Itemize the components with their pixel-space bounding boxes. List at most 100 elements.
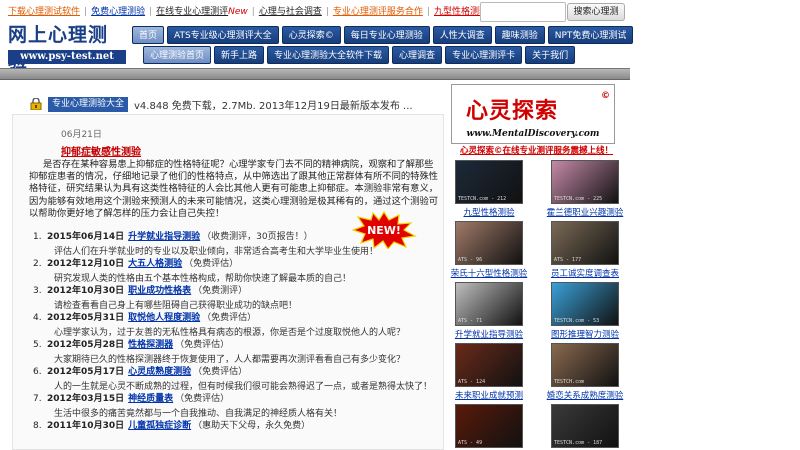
list-item-title-link[interactable]: 职业成功性格表 — [128, 286, 191, 296]
test-thumbnail-caption[interactable]: 升学就业指导测验 — [448, 328, 530, 340]
list-item-description: 心理学家认为，过于友善的无私性格具有病态的根源，你是否是个过度取悦他人的人呢？ — [54, 328, 406, 338]
list-item-title-link[interactable]: 大五人格测验 — [128, 259, 182, 269]
test-thumbnail-caption[interactable]: 霍兰德职业兴趣测验 — [544, 206, 626, 218]
list-item: 4. 2012年05月31日 取悦他人程度测验 （免费评估） 心理学家认为，过于友善的无… — [33, 312, 433, 339]
top-link[interactable]: 免费心理测验 — [91, 4, 145, 17]
top-link[interactable]: 专业心理测评服务合作 — [333, 4, 423, 17]
thumbnail-watermark: TESTCN.com - 225 — [554, 196, 603, 202]
list-item-date: 2012年12月10日 — [47, 259, 125, 269]
thumbnail-watermark: ATS - 49 — [458, 440, 483, 446]
mental-discovery-banner[interactable]: 心灵探索 © www.MentalDiscovery.com — [451, 84, 615, 144]
list-item-description: 人的一生就是心灵不断成熟的过程，但有时候我们很可能会熟得迟了一点，或者是熟得太快… — [54, 382, 433, 392]
list-item-date: 2012年05月17日 — [47, 367, 125, 377]
list-item-title-link[interactable]: 取悦他人程度测验 — [128, 313, 200, 323]
top-link[interactable]: 下载心理测试软件 — [8, 4, 80, 17]
test-thumbnail-image[interactable]: ATS - 177 — [551, 221, 619, 265]
list-item-title-link[interactable]: 性格探测器 — [128, 340, 173, 350]
right-sidebar: 心灵探索 © www.MentalDiscovery.com 心灵探索©在线专业… — [448, 80, 633, 450]
sub-nav-item[interactable]: 专业心理测评卡 — [445, 46, 523, 64]
test-thumbnail[interactable]: ATS - 71 升学就业指导测验 — [448, 282, 530, 340]
sub-nav-item[interactable]: 关于我们 — [525, 46, 576, 64]
test-thumbnail-caption[interactable]: 未来职业成就预测 — [448, 389, 530, 401]
list-item-number: 7. — [33, 394, 42, 404]
sub-nav-item[interactable]: 心理调查 — [392, 46, 443, 64]
list-item: 8. 2011年10月30日 儿童孤独症诊断 （惠助天下父母，永久免费） — [33, 420, 433, 432]
list-item: 1. 2015年06月14日 升学就业指导测验 （收费测评，30页报告！） 评估人们在升… — [33, 231, 433, 258]
test-thumbnail-image[interactable]: ATS - 71 — [455, 282, 523, 326]
list-item-head: 1. 2015年06月14日 升学就业指导测验 （收费测评，30页报告！） — [33, 231, 433, 243]
thumbnail-watermark: ATS - 96 — [458, 257, 483, 263]
thumbnail-watermark: TESTCH.com — [554, 379, 585, 385]
main-nav-item[interactable]: ATS专业级心理测评大全 — [167, 26, 279, 44]
sub-nav-item[interactable]: 专业心理测验大全软件下载 — [267, 46, 390, 64]
test-thumbnail[interactable]: TESTCN.com - 212 九型性格测验 — [448, 160, 530, 218]
test-thumbnail-caption[interactable]: 荣氏十六型性格测验 — [448, 267, 530, 279]
top-link[interactable]: 在线专业心理测评 — [156, 4, 228, 17]
list-item-head: 4. 2012年05月31日 取悦他人程度测验 （免费评估） — [33, 312, 433, 324]
article-panel: 06月21日 抑郁症敏感性测验 是否存在某种容易患上抑郁症的性格特征呢？心理学家… — [12, 114, 444, 450]
list-item-date: 2011年10月30日 — [47, 421, 125, 431]
test-thumbnail[interactable]: ATS - 177 员工诚实度调查表 — [544, 221, 626, 279]
search-button[interactable]: 搜索心理测 — [567, 3, 625, 21]
list-item-tag: （免费评估） — [193, 367, 248, 377]
link-separator: | — [426, 7, 430, 17]
list-item-tag: （免费评估） — [184, 259, 239, 269]
test-thumbnail-image[interactable]: TESTCN.com - 225 — [551, 160, 619, 204]
test-thumbnail[interactable]: TESTCN.com - 187 — [544, 404, 626, 448]
list-item-number: 1. — [33, 232, 42, 242]
test-thumbnail-image[interactable]: TESTCH.com — [551, 343, 619, 387]
list-item-title-link[interactable]: 儿童孤独症诊断 — [128, 421, 191, 431]
main-nav-item[interactable]: 每日专业心理测验 — [343, 26, 430, 44]
list-item-date: 2012年05月28日 — [47, 340, 125, 350]
search-input[interactable] — [480, 2, 566, 22]
article-date: 06月21日 — [61, 130, 102, 140]
top-link[interactable]: 心理与社会调查 — [259, 4, 322, 17]
test-thumbnail-image[interactable]: TESTCN.com - 187 — [551, 404, 619, 448]
list-item-head: 8. 2011年10月30日 儿童孤独症诊断 （惠助天下父母，永久免费） — [33, 420, 433, 432]
test-thumbnail[interactable]: TESTCN.com - 53 图形推理智力测验 — [544, 282, 626, 340]
test-thumbnail-caption[interactable]: 九型性格测验 — [448, 206, 530, 218]
list-item-number: 6. — [33, 367, 42, 377]
list-item-title-link[interactable]: 心灵成熟度测验 — [128, 367, 191, 377]
main-nav-item[interactable]: 趣味测验 — [494, 26, 545, 44]
test-thumbnail[interactable]: TESTCN.com - 225 霍兰德职业兴趣测验 — [544, 160, 626, 218]
list-item-number: 5. — [33, 340, 42, 350]
test-thumbnail-image[interactable]: TESTCN.com - 212 — [455, 160, 523, 204]
test-thumbnail-image[interactable]: ATS - 49 — [455, 404, 523, 448]
link-separator: | — [325, 7, 329, 17]
test-thumbnail-caption[interactable]: 图形推理智力测验 — [544, 328, 626, 340]
test-thumbnail[interactable]: ATS - 96 荣氏十六型性格测验 — [448, 221, 530, 279]
site-logo[interactable]: 网上心理测验 www.psy-test.net — [8, 22, 126, 72]
version-badge[interactable]: 专业心理测验大全 — [48, 96, 129, 112]
sub-nav-item[interactable]: 新手上路 — [214, 46, 265, 64]
test-thumbnail[interactable]: ATS - 49 — [448, 404, 530, 448]
list-item-date: 2012年10月30日 — [47, 286, 125, 296]
banner-url: www.MentalDiscovery.com — [466, 129, 600, 139]
list-item-description: 研究发现人类的性格由五个基本性格构成，帮助你快速了解最本质的自己！ — [54, 274, 352, 284]
banner-copyright: © — [601, 91, 610, 101]
version-text[interactable]: v4.848 免费下载，2.7Mb. 2013年12月19日最新版本发布 ... — [134, 97, 413, 112]
list-item-head: 3. 2012年10月30日 职业成功性格表 （免费测评） — [33, 285, 433, 297]
list-item-title-link[interactable]: 升学就业指导测验 — [128, 232, 200, 242]
list-item-description: 大家期待已久的性格探测器终于恢复使用了，人人都需要再次测评看看自己有多少变化？ — [54, 355, 406, 365]
test-thumbnail[interactable]: TESTCH.com 婚恋关系成熟度测验 — [544, 343, 626, 401]
test-thumbnail-image[interactable]: ATS - 96 — [455, 221, 523, 265]
list-item-head: 7. 2012年03月15日 神经质量表 （免费评估） — [33, 393, 433, 405]
main-nav-item[interactable]: 人性大调查 — [432, 26, 492, 44]
sub-nav-item[interactable]: 心理测验首页 — [143, 46, 212, 64]
test-thumbnail[interactable]: ATS - 124 未来职业成就预测 — [448, 343, 530, 401]
test-thumbnail-caption[interactable]: 员工诚实度调查表 — [544, 267, 626, 279]
test-thumbnail-caption[interactable]: 婚恋关系成熟度测验 — [544, 389, 626, 401]
main-nav-item[interactable]: 心灵探索© — [281, 26, 341, 44]
article-title[interactable]: 抑郁症敏感性测验 — [61, 143, 141, 158]
list-item-head: 2. 2012年12月10日 大五人格测验 （免费评估） — [33, 258, 433, 270]
banner-caption[interactable]: 心灵探索©在线专业测评服务震撼上线！ — [460, 144, 613, 156]
list-item-title-link[interactable]: 神经质量表 — [128, 394, 173, 404]
main-nav-item[interactable]: NPT免费心理测试 — [547, 26, 634, 44]
list-item-description: 生活中很多的痛苦竟然都与一个自我推动、自我满足的神经质人格有关！ — [54, 409, 343, 419]
main-nav-item[interactable]: 首页 — [132, 26, 165, 44]
test-thumbnail-image[interactable]: TESTCN.com - 53 — [551, 282, 619, 326]
thumbnail-watermark: TESTCN.com - 53 — [554, 318, 600, 324]
list-item-tag: （收费测评，30页报告！） — [202, 232, 313, 242]
test-thumbnail-image[interactable]: ATS - 124 — [455, 343, 523, 387]
